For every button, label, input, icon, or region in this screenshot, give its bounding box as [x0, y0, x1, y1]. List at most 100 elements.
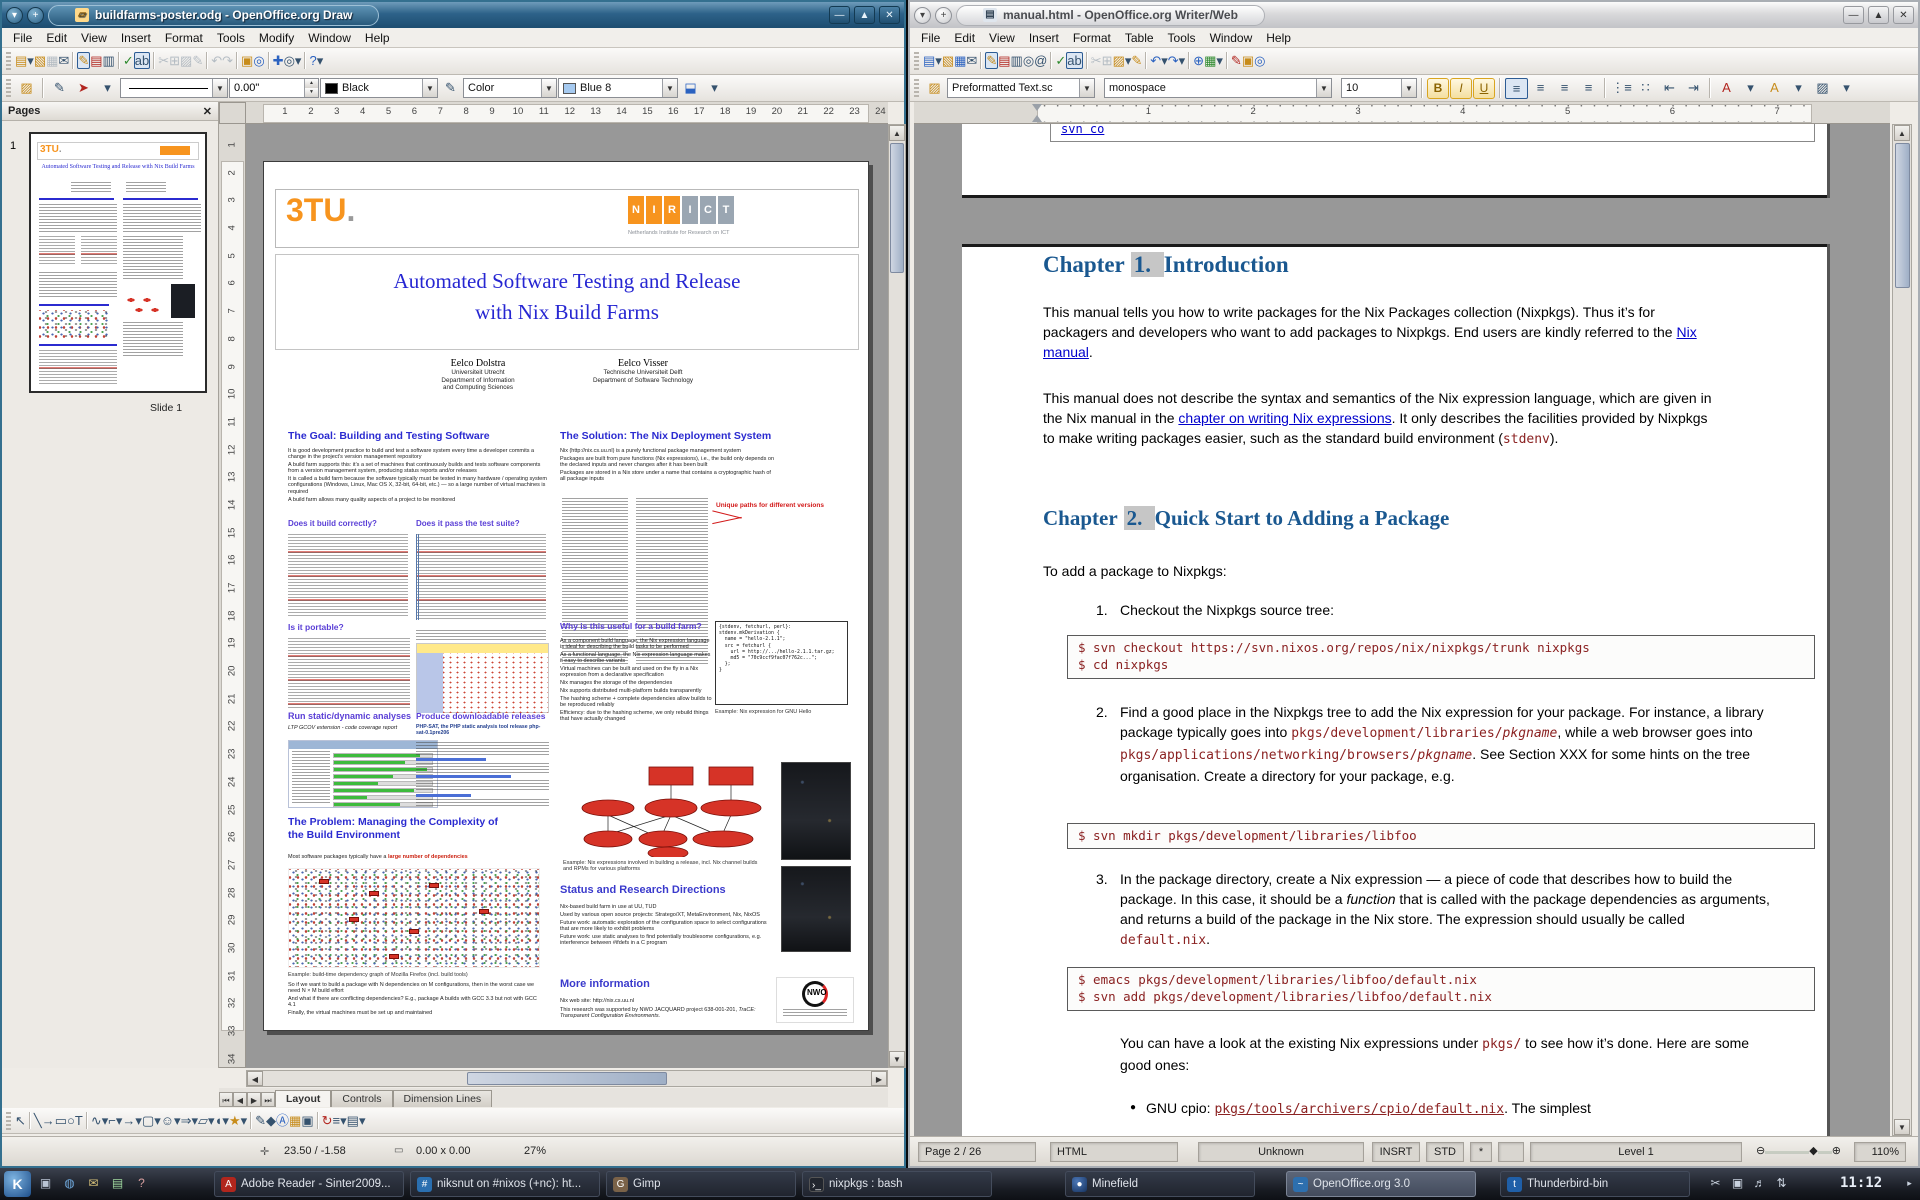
alignment-icon[interactable]: ≡	[333, 1113, 341, 1128]
font-size-combo[interactable]: 10▼	[1341, 78, 1417, 98]
flowchart-icon[interactable]: ▱	[198, 1113, 208, 1128]
zoom-slider[interactable]: ⊖◆⊕	[1750, 1142, 1848, 1162]
open-icon[interactable]: ▧	[942, 53, 954, 68]
taskbar-irc[interactable]: # niksnut on #nixos (+nc): ht...	[410, 1171, 600, 1197]
fill-icon[interactable]: ✎	[439, 78, 462, 99]
clipped-link[interactable]: svn co	[1061, 124, 1104, 136]
line-style-combo[interactable]: ▼	[120, 78, 228, 98]
mail-icon[interactable]: ✉	[84, 1174, 103, 1193]
highlighting-dropdown[interactable]: ▾	[1787, 78, 1810, 99]
stars-dropdown-icon[interactable]: ▾	[241, 1113, 248, 1128]
menu-item[interactable]: Edit	[39, 29, 74, 47]
writer-canvas[interactable]: svn co Chapter1. Introduction This manua…	[914, 124, 1890, 1136]
font-name-combo[interactable]: monospace▼	[1104, 78, 1332, 98]
maximize-button[interactable]: ▲	[854, 6, 875, 24]
display-settings-icon[interactable]: ▣	[1728, 1174, 1747, 1193]
print-icon[interactable]: ▥	[103, 53, 115, 68]
menu-item[interactable]: Table	[1118, 29, 1161, 47]
panel-hide-icon[interactable]: ▸	[1900, 1174, 1919, 1193]
fill-color-combo[interactable]: Blue 8▼	[558, 78, 678, 98]
titlebar-writer[interactable]: ▾ + ▤ manual.html - OpenOffice.org Write…	[910, 2, 1918, 28]
toolbar-overflow-icon[interactable]: ▾	[317, 53, 324, 68]
menu-item[interactable]: Window	[1203, 29, 1260, 47]
inline-link[interactable]: http://nix.cs.uu.nl	[593, 998, 634, 1004]
save-icon[interactable]: ▦	[954, 53, 966, 68]
hyperlink-icon[interactable]: ⊕	[1193, 53, 1204, 68]
font-color-icon[interactable]: A	[1715, 78, 1738, 99]
menu-item[interactable]: Modify	[252, 29, 301, 47]
pages-close-icon[interactable]: ✕	[203, 105, 212, 118]
arrange-dropdown-icon[interactable]: ▾	[359, 1113, 366, 1128]
document-as-email-icon[interactable]: ✉	[966, 53, 977, 68]
font-color-dropdown[interactable]: ▾	[1739, 78, 1762, 99]
taskbar-gimp[interactable]: G Gimp	[606, 1171, 796, 1197]
tab-dimension-lines[interactable]: Dimension Lines	[393, 1090, 493, 1107]
indent-marker[interactable]	[1032, 104, 1042, 111]
tab-controls[interactable]: Controls	[331, 1090, 392, 1107]
taskbar-openoffice[interactable]: ~ OpenOffice.org 3.0	[1286, 1171, 1476, 1197]
window-menu-icon[interactable]: ▾	[6, 7, 23, 24]
show-desktop-icon[interactable]: ▣	[36, 1174, 55, 1193]
lines-arrows-icon[interactable]: →	[122, 1113, 135, 1128]
cut-icon[interactable]: ✂	[1091, 53, 1102, 68]
spellcheck-icon[interactable]: ✓	[1055, 53, 1066, 68]
edit-file-icon[interactable]: ✎	[985, 52, 998, 69]
sticky-icon[interactable]: +	[27, 7, 44, 24]
align-right-icon[interactable]: ≡	[1553, 78, 1576, 99]
stars-icon[interactable]: ★	[229, 1113, 241, 1128]
find-replace-icon[interactable]: ◎	[1254, 53, 1265, 68]
text-icon[interactable]: T	[75, 1113, 83, 1128]
numbered-list-icon[interactable]: ⋮≡	[1610, 78, 1633, 99]
vertical-scrollbar[interactable]: ▲ ▼	[1892, 124, 1912, 1136]
format-paintbrush-icon[interactable]: ✎	[1131, 53, 1142, 68]
scrollbar-thumb[interactable]	[467, 1072, 667, 1085]
volume-icon[interactable]: ♬	[1750, 1174, 1769, 1193]
menu-item[interactable]: Help	[358, 29, 397, 47]
save-icon[interactable]: ▦	[46, 53, 58, 68]
redo-icon[interactable]: ↷	[222, 53, 233, 68]
vertical-scrollbar[interactable]: ▲ ▼	[888, 124, 906, 1068]
gallery-icon[interactable]: ▣	[301, 1113, 313, 1128]
edit-file-icon[interactable]: ✎	[77, 52, 90, 69]
open-icon[interactable]: ▧	[34, 53, 46, 68]
zoom-icon[interactable]: ◎	[284, 53, 295, 68]
rectangle-icon[interactable]: ▭	[55, 1113, 67, 1128]
window-menu-icon[interactable]: ▾	[914, 7, 931, 24]
glue-points-icon[interactable]: ◆	[266, 1113, 276, 1128]
toolbar-grip[interactable]	[6, 1112, 11, 1130]
tab-layout[interactable]: Layout	[275, 1090, 331, 1107]
last-tab-icon[interactable]: ⏭	[261, 1092, 275, 1107]
scrollbar-thumb[interactable]	[890, 143, 904, 273]
copy-icon[interactable]: ⊞	[169, 53, 180, 68]
spellcheck-icon[interactable]: ✓	[123, 53, 134, 68]
redo-dropdown-icon[interactable]: ▾	[1179, 53, 1186, 68]
background-color-icon[interactable]: ▨	[1811, 78, 1834, 99]
language-indicator[interactable]: Unknown	[1198, 1142, 1364, 1162]
fontwork-icon[interactable]: Ⓐ	[276, 1113, 289, 1128]
select-icon[interactable]: ↖	[15, 1113, 26, 1128]
draw-canvas[interactable]: 3TU. NIRICT Netherlands Institute for Re…	[246, 124, 888, 1068]
auto-spellcheck-icon[interactable]: ab	[1066, 52, 1082, 69]
cut-icon[interactable]: ✂	[158, 53, 169, 68]
titlebar-draw[interactable]: ▾ + ▱ buildfarms-poster.odg - OpenOffice…	[2, 2, 904, 28]
shadow-icon[interactable]: ⬓	[679, 78, 702, 99]
highlighting-icon[interactable]: A	[1763, 78, 1786, 99]
table-icon[interactable]: ▦	[1204, 53, 1216, 68]
page-preview-icon[interactable]: ◎	[1023, 53, 1034, 68]
bullet-list-icon[interactable]: ∷	[1634, 78, 1657, 99]
menu-item[interactable]: View	[74, 29, 114, 47]
help-icon[interactable]: ?	[309, 53, 316, 68]
minimize-button[interactable]: —	[1843, 6, 1864, 24]
new-document-icon[interactable]: ▤	[923, 53, 935, 68]
connector-icon[interactable]: ⌐	[108, 1113, 116, 1128]
page-thumbnail[interactable]: 3TU. Automated Software Testing and Rele…	[29, 132, 207, 393]
format-paintbrush-icon[interactable]: ✎	[192, 53, 203, 68]
styles-icon[interactable]: ▨	[923, 78, 946, 99]
taskbar-minefield[interactable]: ● Minefield	[1065, 1171, 1255, 1197]
paste-icon[interactable]: ▨	[180, 53, 192, 68]
increase-indent-icon[interactable]: ⇥	[1682, 78, 1705, 99]
curve-icon[interactable]: ∿	[91, 1113, 102, 1128]
taskbar-adobe-reader[interactable]: A Adobe Reader - Sinter2009...	[214, 1171, 404, 1197]
edit-points-icon[interactable]: ✎	[255, 1113, 266, 1128]
underline-button[interactable]: U	[1473, 78, 1495, 99]
